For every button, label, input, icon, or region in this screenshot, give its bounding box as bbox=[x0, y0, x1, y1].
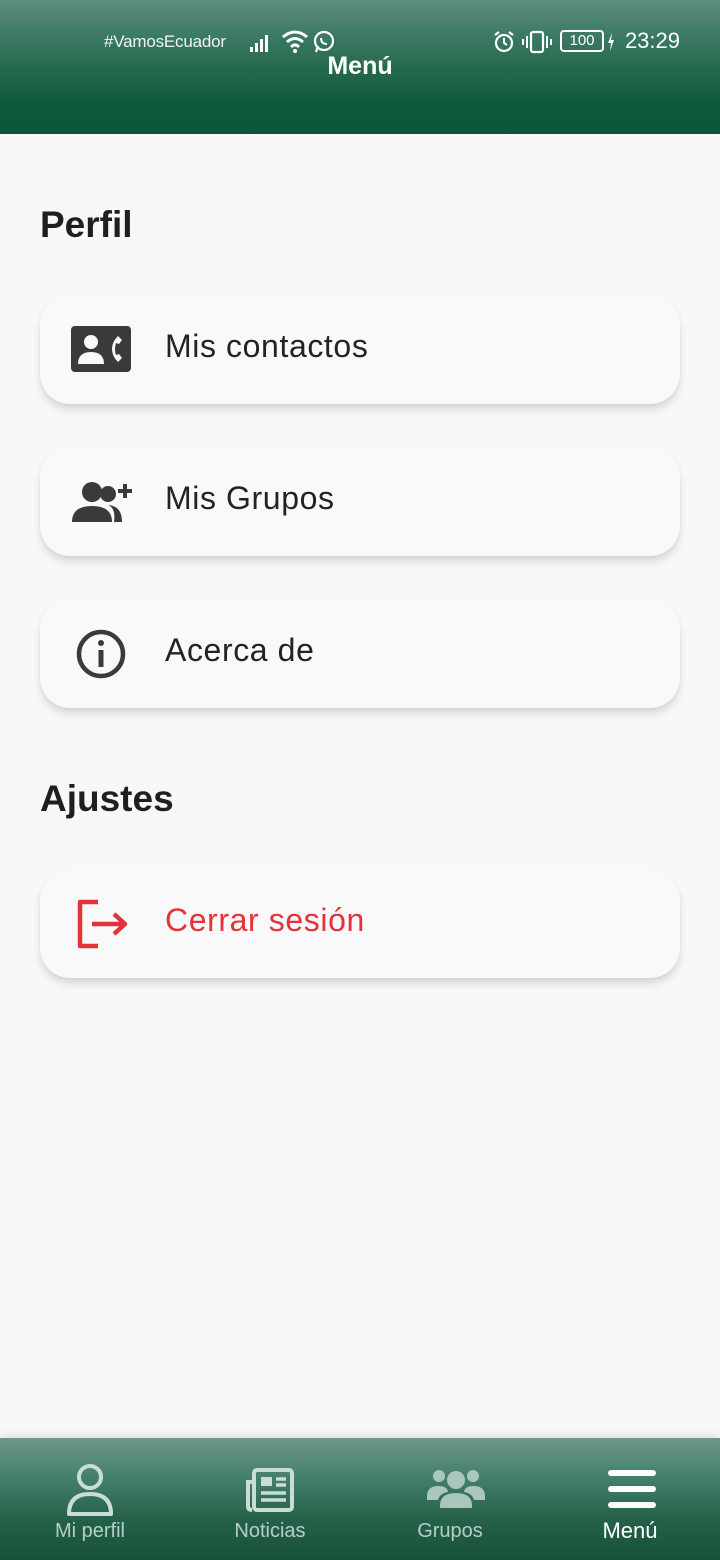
nav-tab-grupos[interactable]: Grupos bbox=[360, 1438, 540, 1560]
battery-level: 100 bbox=[569, 32, 595, 49]
signal-icon bbox=[250, 35, 268, 52]
app-header: #VamosEcuador 100 23:29 Menú bbox=[0, 0, 720, 134]
page-title: Menú bbox=[327, 52, 393, 80]
menu-item-mis-grupos[interactable]: Mis Grupos bbox=[40, 448, 680, 556]
groups-icon bbox=[427, 1470, 485, 1508]
menu-item-mis-contactos[interactable]: Mis contactos bbox=[40, 296, 680, 404]
section-heading-ajustes: Ajustes bbox=[40, 778, 174, 819]
nav-label: Mi perfil bbox=[54, 1520, 125, 1542]
logout-label: Cerrar sesión bbox=[165, 902, 365, 938]
nav-tab-menu[interactable]: Menú bbox=[540, 1438, 720, 1560]
wifi-icon bbox=[282, 30, 308, 53]
vibrate-icon bbox=[522, 30, 552, 54]
nav-label: Menú bbox=[602, 1518, 658, 1543]
nav-label: Grupos bbox=[417, 1520, 483, 1542]
logout-button[interactable]: Cerrar sesión bbox=[40, 870, 680, 978]
menu-item-label: Mis contactos bbox=[165, 328, 369, 364]
bottom-navigation: Mi perfil Noticias Grupos Menú bbox=[0, 1438, 720, 1560]
status-time: 23:29 bbox=[624, 28, 680, 53]
section-heading-perfil: Perfil bbox=[40, 204, 133, 245]
menu-item-label: Mis Grupos bbox=[165, 480, 335, 516]
charging-icon bbox=[608, 33, 614, 51]
menu-icon bbox=[608, 1470, 656, 1508]
contact-phone-icon bbox=[71, 326, 131, 372]
alarm-icon bbox=[494, 31, 514, 53]
menu-item-label: Acerca de bbox=[165, 632, 315, 668]
menu-item-acerca-de[interactable]: Acerca de bbox=[40, 600, 680, 708]
carrier-name: #VamosEcuador bbox=[104, 32, 226, 51]
newspaper-icon bbox=[246, 1468, 294, 1512]
person-icon bbox=[67, 1464, 113, 1516]
nav-label: Noticias bbox=[234, 1520, 306, 1542]
battery-indicator: 100 bbox=[560, 30, 604, 52]
logout-icon bbox=[77, 899, 128, 949]
whatsapp-icon bbox=[313, 30, 335, 53]
nav-tab-mi-perfil[interactable]: Mi perfil bbox=[0, 1438, 180, 1560]
nav-tab-noticias[interactable]: Noticias bbox=[180, 1438, 360, 1560]
info-icon bbox=[76, 629, 126, 679]
group-add-icon bbox=[72, 482, 132, 522]
